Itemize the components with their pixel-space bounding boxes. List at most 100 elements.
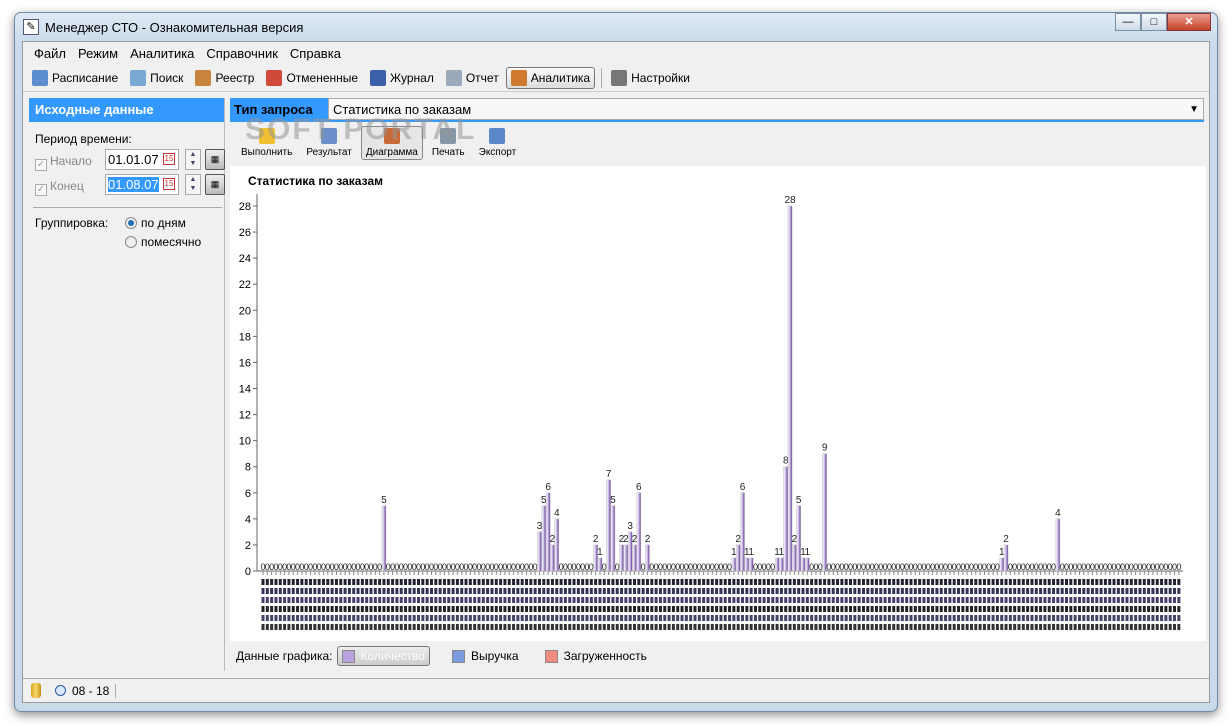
x-tick-label [425,624,429,630]
x-tick-label [473,597,477,603]
close-button[interactable]: ✕ [1167,13,1211,31]
x-tick-label [654,588,658,594]
x-tick-label [520,606,524,612]
x-tick-label [1073,579,1077,585]
start-checkbox[interactable]: ✓ Начало [35,154,92,171]
x-tick-label [1108,579,1112,585]
x-tick-label [766,624,770,630]
x-tick-label [810,615,814,621]
x-tick-label [525,579,529,585]
x-tick-label [1151,624,1155,630]
x-tick-label [1142,624,1146,630]
x-tick-label [481,579,485,585]
x-tick-label [520,588,524,594]
x-tick-label [265,579,269,585]
toolbar-button-bar-chart[interactable]: Аналитика [505,66,596,89]
x-tick-label [697,579,701,585]
x-tick-label [823,588,827,594]
x-tick-label [758,606,762,612]
menu-file[interactable]: Файл [28,46,72,61]
x-tick-label [792,624,796,630]
y-tick-label: 20 [239,305,251,317]
query-type-select[interactable]: Статистика по заказам ▼ [328,98,1204,120]
x-tick-label [689,606,693,612]
x-tick-label [771,606,775,612]
x-tick-label [844,579,848,585]
toolbar-button-calendar-grid[interactable]: Расписание [27,67,123,89]
start-date-spinner[interactable]: ▲ ▼ [185,149,201,170]
menu-analytics[interactable]: Аналитика [124,46,200,61]
legend-item[interactable]: Загруженность [541,646,651,666]
minimize-button[interactable]: — [1115,13,1141,31]
x-tick-label [417,579,421,585]
data-label: 0 [641,562,646,572]
menu-mode[interactable]: Режим [72,46,124,61]
x-tick-label [261,597,265,603]
x-tick-label [728,597,732,603]
x-tick-label [451,615,455,621]
y-tick-label: 2 [245,540,251,552]
menu-help[interactable]: Справка [284,46,347,61]
toolbar-button-clipboard-check[interactable]: Реестр [190,67,259,89]
x-tick-label [572,615,576,621]
x-tick-label [455,588,459,594]
action-chart[interactable]: Диаграмма [360,126,423,160]
calendar-icon[interactable]: 15 [163,178,175,190]
end-date-spinner[interactable]: ▲ ▼ [185,174,201,195]
action-printer[interactable]: Печать [427,126,470,160]
x-tick-label [1155,588,1159,594]
legend-swatch [544,649,558,663]
start-date-input[interactable]: 01.01.07 15 [105,149,179,170]
x-tick-label [300,615,304,621]
x-tick-label [896,615,900,621]
action-export[interactable]: Экспорт [474,126,522,160]
x-tick-label [645,615,649,621]
x-tick-label [939,606,943,612]
x-tick-label [805,597,809,603]
x-tick-label [689,579,693,585]
x-tick-label [853,588,857,594]
x-tick-label [1021,615,1025,621]
x-tick-label [330,615,334,621]
x-tick-label [853,615,857,621]
end-checkbox[interactable]: ✓ Конец [35,179,84,196]
x-tick-label [429,588,433,594]
x-tick-label [321,597,325,603]
x-tick-label [447,588,451,594]
toolbar-button-journal[interactable]: Журнал [365,67,439,89]
maximize-button[interactable]: □ [1141,13,1167,31]
end-calendar-button[interactable]: ▦ [205,174,225,195]
action-table[interactable]: Результат [301,126,356,160]
x-tick-label [382,615,386,621]
x-tick-label [844,606,848,612]
x-tick-label [637,579,641,585]
end-date-input[interactable]: 01.08.07 15 [105,174,179,195]
x-tick-label [991,597,995,603]
action-lightning[interactable]: Выполнить [236,126,297,160]
x-tick-label [568,606,572,612]
toolbar-button-search[interactable]: Поиск [125,67,188,89]
x-tick-label [1138,606,1142,612]
radio-by-day[interactable]: по дням [125,216,186,230]
bar-chart: 02468101214161820222426280 0 0 0 0 0 0 0 0 0 0 0 0 0 0… [239,194,1184,630]
x-tick-label [961,597,965,603]
x-tick-label [922,588,926,594]
legend-item[interactable]: Количество [336,646,430,666]
calendar-icon[interactable]: 15 [163,153,175,165]
x-tick-label [499,597,503,603]
toolbar-button-report[interactable]: Отчет [441,67,504,89]
toolbar-button-tools[interactable]: Настройки [606,67,695,89]
radio-monthly[interactable]: помесячно [125,235,201,249]
start-calendar-button[interactable]: ▦ [205,149,225,170]
menu-reference[interactable]: Справочник [200,46,284,61]
x-tick-label [434,624,438,630]
data-label: 4 [1055,508,1061,519]
x-tick-label [693,615,697,621]
x-tick-label [948,588,952,594]
x-tick-label [1103,588,1107,594]
toolbar-button-cancelled[interactable]: Отмененные [261,67,363,89]
x-tick-label [1069,615,1073,621]
x-tick-label [676,615,680,621]
period-label: Период времени: [35,132,132,146]
legend-item[interactable]: Выручка [448,646,523,666]
